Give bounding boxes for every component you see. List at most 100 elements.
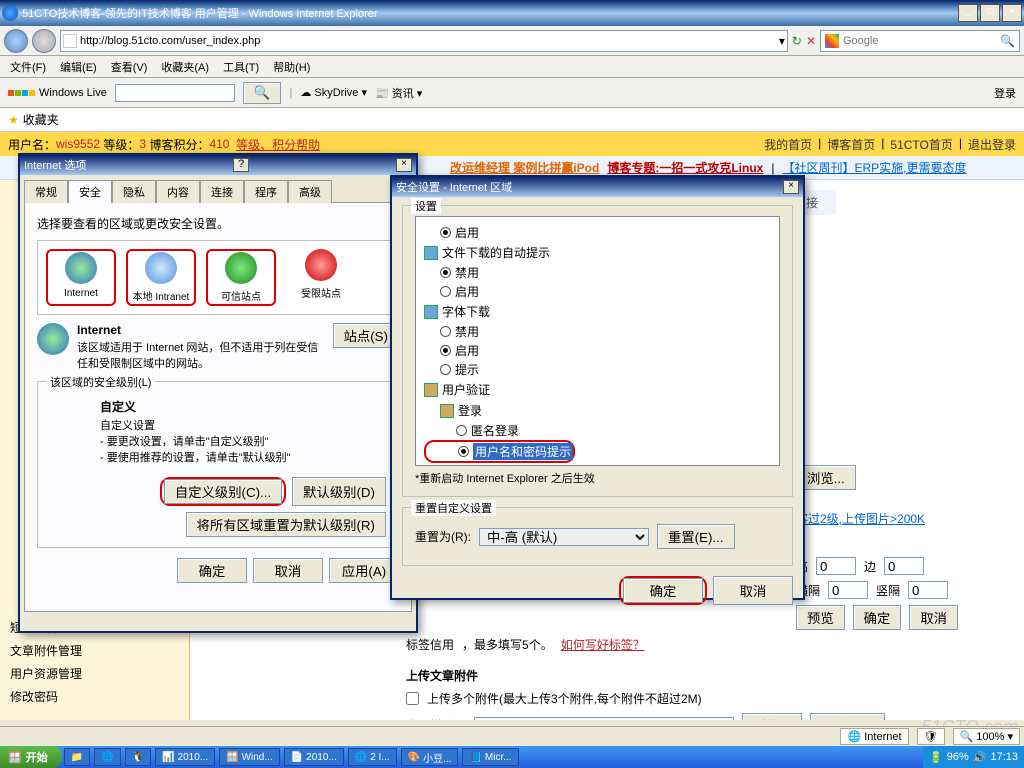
download-icon xyxy=(424,246,438,260)
minimize-button[interactable]: _ xyxy=(958,4,978,22)
sidebar-item[interactable]: 修改密码 xyxy=(10,685,179,708)
dropdown-icon[interactable]: ▾ xyxy=(779,34,785,48)
vgap-input[interactable] xyxy=(908,581,948,599)
tab-privacy[interactable]: 隐私 xyxy=(112,180,156,203)
close-button[interactable]: × xyxy=(1002,4,1022,22)
zoom-level[interactable]: 🔍 100% ▾ xyxy=(953,728,1020,745)
tab-security[interactable]: 安全 xyxy=(68,180,112,203)
zone-restricted[interactable]: 受限站点 xyxy=(286,249,356,306)
ok-button[interactable]: 确定 xyxy=(623,578,703,603)
upload-button[interactable]: 上传附件 xyxy=(810,713,885,720)
promo-3[interactable]: 【社区周刊】ERP实施,更需要态度 xyxy=(782,159,966,176)
cancel-button[interactable]: 取消 xyxy=(713,576,793,605)
height-input[interactable] xyxy=(816,557,856,575)
sidebar-item[interactable]: 文章附件管理 xyxy=(10,639,179,662)
task-item[interactable]: 🎨 小豆... xyxy=(401,748,459,766)
task-item[interactable]: 📄 2010... xyxy=(284,748,344,766)
tab-advanced[interactable]: 高级 xyxy=(288,180,332,203)
tab-general[interactable]: 常规 xyxy=(24,180,68,203)
login-link[interactable]: 登录 xyxy=(994,85,1016,101)
cancel-button[interactable]: 取消 xyxy=(253,558,323,583)
zone-intranet[interactable]: 本地 Intranet xyxy=(126,249,196,306)
stop-icon[interactable]: ✕ xyxy=(806,34,816,48)
tabstrip: 常规 安全 隐私 内容 连接 程序 高级 xyxy=(20,175,416,202)
close-dialog-button[interactable]: × xyxy=(396,158,412,172)
restart-note: *重新启动 Internet Explorer 之后生效 xyxy=(415,470,780,486)
task-item[interactable]: 🪟 Wind... xyxy=(219,748,280,766)
file-desc-input[interactable] xyxy=(474,717,734,721)
sidebar-item[interactable]: 用户资源管理 xyxy=(10,662,179,685)
site-home-link[interactable]: 51CTO首页 xyxy=(890,136,952,153)
task-item[interactable]: 📊 2010... xyxy=(155,748,215,766)
zone-title: Internet xyxy=(77,323,121,337)
user-points: 410 xyxy=(209,137,229,151)
reset-button[interactable]: 重置(E)... xyxy=(657,524,735,549)
ok-button[interactable]: 确定 xyxy=(853,605,902,630)
quicklaunch[interactable]: 🌐 xyxy=(94,748,120,766)
my-home-link[interactable]: 我的首页 xyxy=(764,136,812,153)
settings-group: 设置 启用 文件下载的自动提示 禁用 启用 字体下载 禁用 启用 提示 用户验证… xyxy=(402,205,793,497)
settings-tree[interactable]: 启用 文件下载的自动提示 禁用 启用 字体下载 禁用 启用 提示 用户验证 登录… xyxy=(415,216,780,466)
border-input[interactable] xyxy=(884,557,924,575)
zone-internet[interactable]: Internet xyxy=(46,249,116,306)
preview-button[interactable]: 预览 xyxy=(796,605,845,630)
reset-level-select[interactable]: 中-高 (默认) xyxy=(479,528,649,546)
tab-connections[interactable]: 连接 xyxy=(200,180,244,203)
promo-2[interactable]: 博客专题:一招一式攻克Linux xyxy=(607,159,763,176)
url-input[interactable] xyxy=(80,35,776,47)
start-button[interactable]: 🪟开始 xyxy=(0,746,62,768)
favorites-label[interactable]: 收藏夹 xyxy=(23,111,59,128)
address-bar[interactable]: ▾ xyxy=(60,30,788,52)
refresh-icon[interactable]: ↻ xyxy=(792,34,802,48)
reset-all-button[interactable]: 将所有区域重置为默认级别(R) xyxy=(186,512,386,537)
windows-live[interactable]: Windows Live xyxy=(8,87,107,99)
browse-button-2[interactable]: 浏览... xyxy=(742,713,802,720)
zone-trusted[interactable]: 可信站点 xyxy=(206,249,276,306)
skydrive-link[interactable]: ☁ SkyDrive ▾ xyxy=(300,86,367,99)
system-tray[interactable]: 🔋96% 🔊 17:13 xyxy=(923,746,1024,768)
quicklaunch[interactable]: 🐧 xyxy=(125,748,151,766)
default-level-button[interactable]: 默认级别(D) xyxy=(292,477,386,506)
menu-favorites[interactable]: 收藏夹(A) xyxy=(155,57,215,77)
search-box[interactable]: 🔍 xyxy=(820,30,1020,52)
dialog-title: Internet 选项 ? × xyxy=(20,155,416,175)
menu-tools[interactable]: 工具(T) xyxy=(217,57,265,77)
live-search-input[interactable] xyxy=(115,84,235,102)
tab-content[interactable]: 内容 xyxy=(156,180,200,203)
volume-icon: 🔊 xyxy=(973,751,987,764)
close-dialog-button[interactable]: × xyxy=(783,180,799,194)
ok-button[interactable]: 确定 xyxy=(177,558,247,583)
menu-help[interactable]: 帮助(H) xyxy=(267,57,316,77)
quicklaunch[interactable]: 📁 xyxy=(64,748,90,766)
ie-icon xyxy=(2,5,18,21)
maximize-button[interactable]: □ xyxy=(980,4,1000,22)
upload-hint-link[interactable]: 客过2级,上传图片>200K xyxy=(796,512,925,526)
hgap-input[interactable] xyxy=(828,581,868,599)
forward-button[interactable] xyxy=(32,29,56,53)
clock: 17:13 xyxy=(990,751,1018,763)
back-button[interactable] xyxy=(4,29,28,53)
search-provider-icon xyxy=(825,34,839,48)
custom-level-button[interactable]: 自定义级别(C)... xyxy=(164,479,282,504)
live-search-button[interactable]: 🔍 xyxy=(243,82,282,104)
task-item[interactable]: 📘 Micr... xyxy=(462,748,518,766)
fav-star-icon[interactable]: ★ xyxy=(8,113,19,127)
menu-edit[interactable]: 编辑(E) xyxy=(54,57,103,77)
task-item[interactable]: 🌐 2 I... xyxy=(348,748,397,766)
apply-button[interactable]: 应用(A) xyxy=(329,558,399,583)
tab-programs[interactable]: 程序 xyxy=(244,180,288,203)
points-help-link[interactable]: 等级、积分帮助 xyxy=(236,136,320,153)
search-go-icon[interactable]: 🔍 xyxy=(1000,34,1015,48)
menu-file[interactable]: 文件(F) xyxy=(4,57,52,77)
multi-upload-checkbox[interactable] xyxy=(406,692,419,705)
logout-link[interactable]: 退出登录 xyxy=(968,136,1016,153)
help-button[interactable]: ? xyxy=(233,158,249,172)
promo-1[interactable]: 改运维经理 案例比拼赢iPod xyxy=(450,159,599,176)
search-input[interactable] xyxy=(843,35,996,47)
option-username-password[interactable]: 用户名和密码提示 xyxy=(473,443,573,460)
news-link[interactable]: 📰 资讯 ▾ xyxy=(375,85,422,101)
cancel-button[interactable]: 取消 xyxy=(909,605,958,630)
menu-view[interactable]: 查看(V) xyxy=(105,57,154,77)
tag-help-link[interactable]: 如何写好标签？ xyxy=(561,636,645,653)
blog-home-link[interactable]: 博客首页 xyxy=(827,136,875,153)
